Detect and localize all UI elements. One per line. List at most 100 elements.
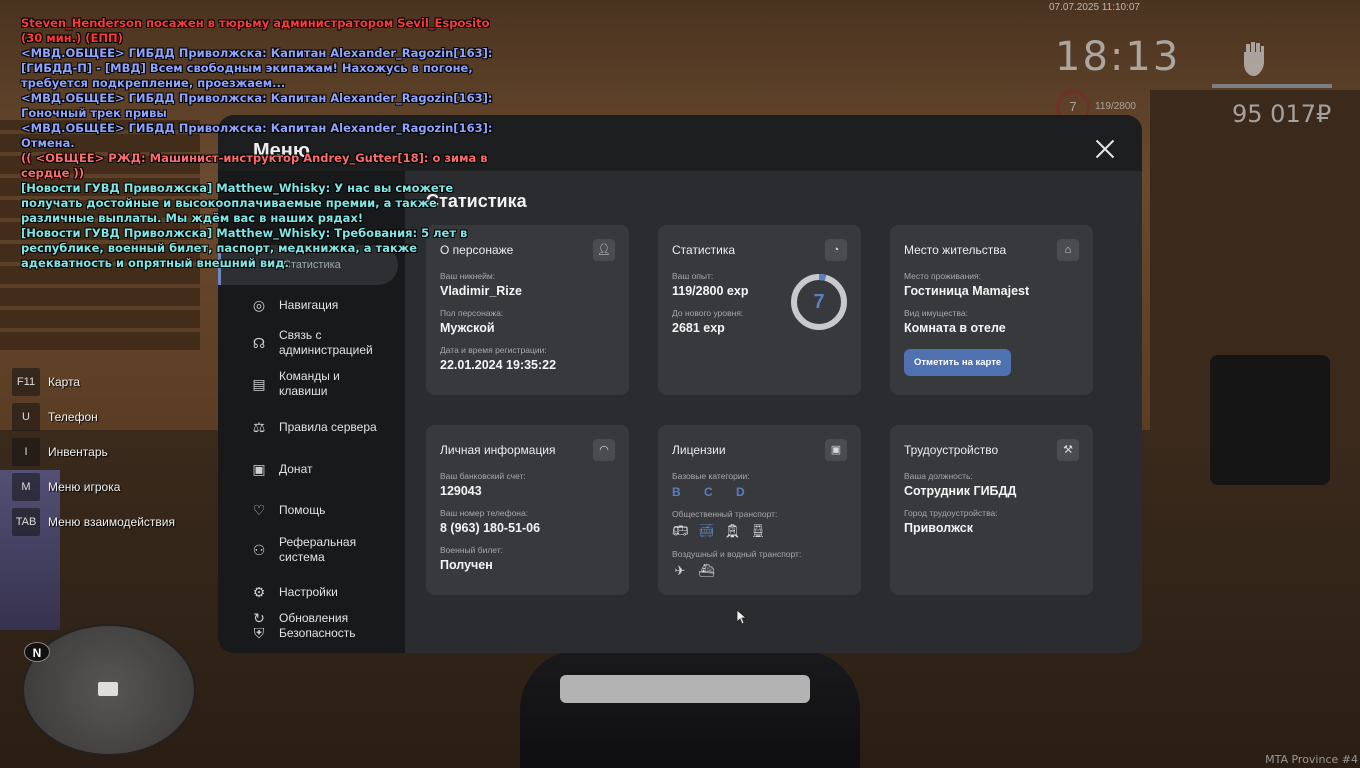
chat-line: <МВД.ОБЩЕЕ> ГИБДД Приволжска: Капитан Al…: [21, 121, 493, 150]
field-label: Ваш никнейм:: [440, 271, 496, 281]
tram-icon: 🚊︎: [724, 523, 741, 538]
hotkey-label: Меню игрока: [48, 480, 121, 494]
bus-icon: 🚌︎: [672, 523, 689, 538]
card-title: Лицензии: [672, 443, 726, 457]
field-label: Ваш номер телефона:: [440, 508, 529, 518]
hud-money: 95 017₽: [1232, 100, 1332, 128]
map-marker-icon: [98, 682, 118, 696]
headset-icon: ☊: [252, 335, 266, 351]
registration-value: 22.01.2024 19:35:22: [440, 358, 557, 372]
referral-icon: ⚇: [252, 542, 266, 558]
wallet-icon: ▣: [252, 461, 266, 477]
hotkey-key: M: [12, 473, 40, 501]
fist-icon: [1236, 38, 1272, 78]
chat-line: [Новости ГУВД Приволжска] Matthew_Whisky…: [21, 226, 468, 270]
server-name: MTA Province #4: [1265, 753, 1358, 766]
field-label: Пол персонажа:: [440, 308, 504, 318]
sidebar-item-help[interactable]: ♡ Помощь: [250, 501, 400, 519]
hotkey-inventory[interactable]: I Инвентарь: [12, 438, 175, 466]
sidebar-item-label: Помощь: [279, 502, 326, 517]
train-icon: 🚆︎: [750, 523, 767, 538]
sidebar-item-navigation[interactable]: ◎ Навигация: [250, 296, 400, 314]
card-licenses: Лицензии ▣ Базовые категории: B C D Общес…: [658, 425, 861, 595]
mark-on-map-button[interactable]: Отметить на карте: [904, 349, 1012, 376]
field-label: Город трудоустройства:: [904, 508, 998, 518]
sidebar-item-label: Навигация: [279, 297, 339, 312]
level-value: 7: [813, 291, 825, 313]
hotkey-key: F11: [12, 368, 40, 396]
sidebar-item-label: Донат: [279, 461, 313, 476]
sidebar-item-updates[interactable]: ↻ Обновления: [250, 609, 400, 627]
trolleybus-icon: 🚎︎: [698, 523, 715, 538]
house-icon: ⌂: [1057, 239, 1079, 261]
hotkey-list: F11 Карта U Телефон I Инвентарь M Меню игрок…: [12, 368, 175, 543]
sidebar-item-label: Безопасность: [279, 625, 356, 640]
gauge-icon: ◠: [593, 439, 615, 461]
sidebar-item-commands[interactable]: ▤ Команды и клавиши: [250, 369, 400, 399]
hotkey-key: TAB: [12, 508, 40, 536]
boat-icon: ⛴: [698, 563, 715, 578]
document-icon: ▤: [252, 376, 266, 392]
hotkey-key: I: [12, 438, 40, 466]
air-water-transport-icons: ✈ ⛴: [672, 563, 847, 579]
field-label: Ваш банковский счет:: [440, 471, 526, 481]
user-icon: 👤︎: [593, 239, 615, 261]
card-title: Место жительства: [904, 243, 1007, 257]
field-label: Военный билет:: [440, 545, 504, 555]
card-title: Статистика: [672, 243, 736, 257]
chat-log: Steven_Henderson посажен в тюрьму админи…: [21, 16, 501, 271]
mouse-cursor-icon: [736, 609, 748, 625]
menu-content: О персонаже 👤︎ Ваш никнейм: Vladimir_Rize…: [405, 171, 1142, 653]
hotkey-interaction-menu[interactable]: TAB Меню взаимодействия: [12, 508, 175, 536]
close-button[interactable]: [1090, 135, 1120, 165]
hud-date: 07.07.2025 11:10:07: [1048, 2, 1140, 13]
job-position-value: Сотрудник ГИБДД: [904, 484, 1017, 498]
sidebar-item-label: Команды и клавиши: [279, 369, 340, 398]
sidebar-item-label: Реферальная система: [279, 535, 357, 564]
player-character: [520, 650, 860, 768]
field-label: Воздушный и водный транспорт:: [672, 549, 802, 559]
hotkey-player-menu[interactable]: M Меню игрока: [12, 473, 175, 501]
field-label: Ваша должность:: [904, 471, 973, 481]
sidebar-item-admin-contact[interactable]: ☊ Связь с администрацией: [250, 328, 400, 358]
chat-line: <МВД.ОБЩЕЕ> ГИБДД Приволжска: Капитан Al…: [21, 91, 493, 120]
gender-value: Мужской: [440, 321, 495, 335]
hotkey-label: Телефон: [48, 410, 98, 424]
card-job: Трудоустройство ⚒ Ваша должность: Сотрудн…: [890, 425, 1093, 595]
field-label: Место проживания:: [904, 271, 981, 281]
sidebar-item-label: Настройки: [279, 584, 338, 599]
hud-time: 18:13: [1055, 34, 1181, 80]
sidebar-item-label: Обновления: [279, 610, 349, 625]
office-chair: [1210, 355, 1330, 485]
chat-line: Steven_Henderson посажен в тюрьму админи…: [21, 16, 490, 45]
card-residence: Место жительства ⌂ Место проживания: Гост…: [890, 225, 1093, 395]
job-city-value: Приволжск: [904, 521, 973, 535]
residence-value: Гостиница Mamajest: [904, 284, 1030, 298]
card-title: Трудоустройство: [904, 443, 999, 457]
scales-icon: ⚖: [252, 419, 266, 435]
chat-line: <МВД.ОБЩЕЕ> ГИБДД Приволжска: Капитан Al…: [21, 46, 493, 90]
chat-line: [Новости ГУВД Приволжска] Matthew_Whisky…: [21, 181, 454, 225]
clock-icon: ◔: [825, 239, 847, 261]
sidebar-item-donate[interactable]: ▣ Донат: [250, 460, 400, 478]
id-card-icon: ▣: [825, 439, 847, 461]
heart-hands-icon: ♡: [252, 502, 266, 518]
hotkey-label: Карта: [48, 375, 81, 389]
sidebar-item-settings[interactable]: ⚙ Настройки: [250, 583, 400, 601]
hotkey-map[interactable]: F11 Карта: [12, 368, 175, 396]
sidebar-item-referral[interactable]: ⚇ Реферальная система: [250, 535, 400, 565]
field-label: Общественный транспорт:: [672, 509, 778, 519]
card-personal: Личная информация ◠ Ваш банковский счет: …: [426, 425, 629, 595]
plane-icon: ✈: [674, 563, 686, 578]
refresh-icon: ↻: [253, 610, 265, 626]
card-stats: Статистика ◔ Ваш опыт: 119/2800 exp До но…: [658, 225, 861, 395]
hotkey-phone[interactable]: U Телефон: [12, 403, 175, 431]
phone-value: 8 (963) 180-51-06: [440, 521, 541, 535]
sidebar-item-rules[interactable]: ⚖ Правила сервера: [250, 418, 400, 436]
military-id-value: Получен: [440, 558, 493, 572]
field-label: Базовые категории:: [672, 471, 750, 481]
hotkey-label: Инвентарь: [48, 445, 108, 459]
hotkey-key: U: [12, 403, 40, 431]
player-belt: [560, 675, 810, 703]
hud-xp: 119/2800: [1095, 101, 1136, 112]
